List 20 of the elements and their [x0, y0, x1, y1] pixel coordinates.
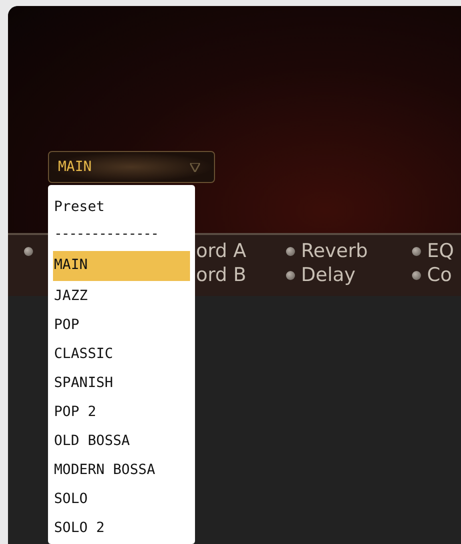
- section-button[interactable]: ord A: [196, 240, 246, 262]
- menu-separator: --------------: [53, 225, 160, 244]
- menu-item[interactable]: JAZZ: [53, 282, 190, 311]
- menu-item[interactable]: SOLO: [53, 485, 190, 514]
- menu-item[interactable]: OLD BOSSA: [53, 427, 190, 456]
- preset-dropdown[interactable]: MAIN: [48, 151, 215, 183]
- menu-item[interactable]: SOLO 2: [53, 514, 190, 543]
- caret-icon: [190, 162, 200, 172]
- section-button[interactable]: Co: [427, 264, 452, 286]
- menu-item[interactable]: POP: [53, 311, 190, 340]
- menu-item[interactable]: SPANISH: [53, 369, 190, 398]
- section-button[interactable]: ord B: [196, 264, 246, 286]
- menu-item[interactable]: MAIN: [53, 251, 190, 281]
- menu-header: Preset: [53, 198, 106, 217]
- menu-item[interactable]: CLASSIC: [53, 340, 190, 369]
- section-button[interactable]: Reverb: [301, 240, 368, 262]
- section-button[interactable]: Delay: [301, 264, 356, 286]
- menu-item[interactable]: MODERN BOSSA: [53, 456, 190, 485]
- menu-item[interactable]: POP 2: [53, 398, 190, 427]
- section-button[interactable]: EQ: [427, 240, 454, 262]
